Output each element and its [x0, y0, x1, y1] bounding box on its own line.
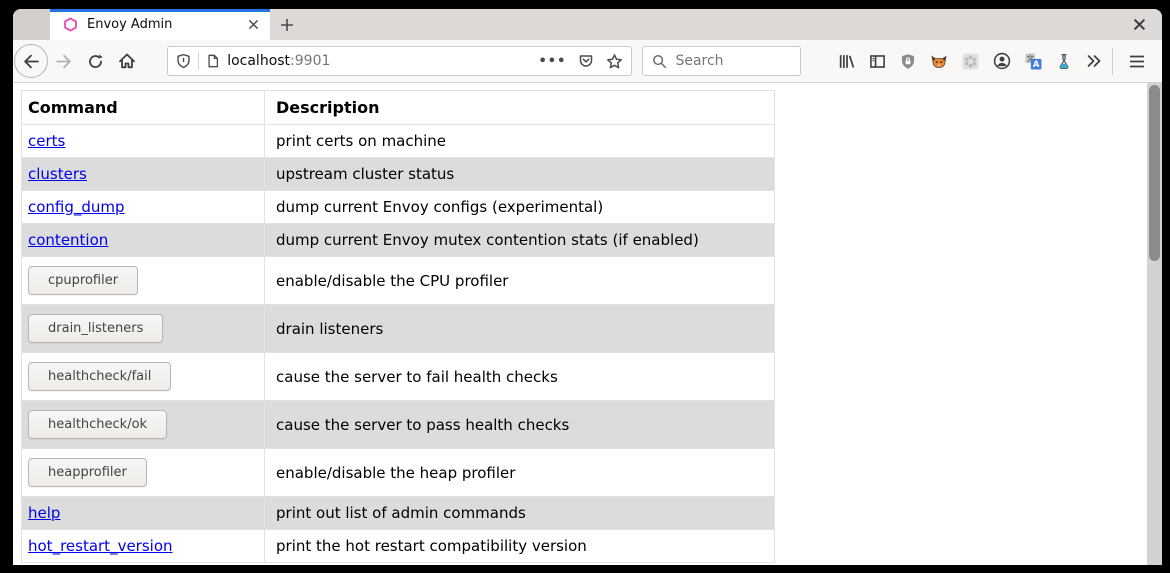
command-button[interactable]: heapprofiler: [28, 458, 147, 487]
command-description: dump current Envoy mutex contention stat…: [265, 224, 775, 257]
column-header-description: Description: [265, 91, 775, 125]
table-row: certs print certs on machine: [22, 125, 775, 158]
table-row: clusters upstream cluster status: [22, 158, 775, 191]
overflow-chevron-icon[interactable]: [1086, 54, 1102, 68]
vertical-scrollbar[interactable]: [1147, 83, 1162, 565]
titlebar: Envoy Admin: [13, 9, 1162, 40]
table-row: heapprofiler enable/disable the heap prof…: [22, 449, 775, 497]
command-description: upstream cluster status: [265, 158, 775, 191]
tracking-shield-icon[interactable]: [176, 53, 191, 69]
fox-icon[interactable]: [930, 53, 948, 70]
back-button[interactable]: [14, 44, 48, 78]
command-link[interactable]: clusters: [28, 165, 87, 183]
table-header-row: Command Description: [22, 91, 775, 125]
search-placeholder: Search: [675, 53, 723, 69]
page-icon[interactable]: [206, 53, 220, 69]
command-description: print out list of admin commands: [265, 497, 775, 530]
command-description: print the hot restart compatibility vers…: [265, 530, 775, 563]
table-row: healthcheck/ok cause the server to pass h…: [22, 401, 775, 449]
search-icon: [652, 54, 667, 69]
command-description: cause the server to pass health checks: [265, 401, 775, 449]
account-icon[interactable]: [993, 52, 1011, 70]
menu-icon[interactable]: [1122, 55, 1152, 68]
url-text[interactable]: localhost:9901: [227, 53, 538, 69]
command-description: drain listeners: [265, 305, 775, 353]
command-description: cause the server to fail health checks: [265, 353, 775, 401]
table-row: healthcheck/fail cause the server to fail…: [22, 353, 775, 401]
page-actions-dots-icon[interactable]: •••: [539, 54, 567, 69]
toolbar-extension-icons: 文A: [838, 52, 1102, 70]
flask-icon[interactable]: [1056, 53, 1072, 70]
search-input[interactable]: Search: [642, 46, 801, 76]
translate-icon[interactable]: 文A: [1025, 53, 1042, 70]
command-button[interactable]: healthcheck/ok: [28, 410, 167, 439]
table-row: cpuprofiler enable/disable the CPU profil…: [22, 257, 775, 305]
command-button[interactable]: healthcheck/fail: [28, 362, 171, 391]
command-link[interactable]: help: [28, 504, 60, 522]
command-description: dump current Envoy configs (experimental…: [265, 191, 775, 224]
command-description: enable/disable the CPU profiler: [265, 257, 775, 305]
page-content: Command Description certs print certs on …: [13, 83, 1162, 565]
library-icon[interactable]: [838, 53, 855, 70]
table-row: hot_restart_version print the hot restart…: [22, 530, 775, 563]
new-tab-button[interactable]: [270, 9, 304, 40]
tab-title: Envoy Admin: [87, 17, 242, 32]
svg-text:A: A: [1033, 60, 1040, 70]
command-link[interactable]: contention: [28, 231, 108, 249]
bookmark-star-icon[interactable]: [606, 53, 623, 70]
browser-window: Envoy Admin: [13, 9, 1162, 565]
url-host: localhost: [227, 53, 290, 69]
pocket-icon[interactable]: [578, 53, 594, 69]
command-description: enable/disable the heap profiler: [265, 449, 775, 497]
window-close-button[interactable]: [1116, 9, 1162, 40]
flower-disabled-icon[interactable]: [962, 53, 979, 70]
command-link[interactable]: config_dump: [28, 198, 125, 216]
url-bar[interactable]: localhost:9901 •••: [167, 46, 632, 76]
toolbar-separator: [1112, 48, 1113, 75]
command-button[interactable]: drain_listeners: [28, 314, 163, 343]
home-button[interactable]: [111, 45, 143, 77]
command-link[interactable]: certs: [28, 132, 65, 150]
sidebar-icon[interactable]: [869, 53, 886, 70]
envoy-favicon-icon: [63, 17, 78, 32]
url-port: :9901: [290, 53, 330, 69]
navigation-toolbar: localhost:9901 ••• Search: [13, 40, 1162, 83]
reload-button[interactable]: [80, 45, 112, 77]
table-row: contention dump current Envoy mutex conte…: [22, 224, 775, 257]
scrollbar-thumb[interactable]: [1149, 85, 1160, 261]
tab-envoy-admin[interactable]: Envoy Admin: [50, 9, 270, 40]
tab-close-icon[interactable]: [242, 14, 264, 36]
urlbar-divider: [198, 52, 199, 70]
screenshot-root: { "titlebar": { "tab_title": "Envoy Admi…: [0, 0, 1170, 573]
forward-button[interactable]: [48, 45, 80, 77]
table-row: config_dump dump current Envoy configs (e…: [22, 191, 775, 224]
table-row: help print out list of admin commands: [22, 497, 775, 530]
titlebar-drag-space: [13, 9, 50, 40]
admin-commands-table: Command Description certs print certs on …: [21, 90, 775, 563]
command-button[interactable]: cpuprofiler: [28, 266, 138, 295]
command-description: print certs on machine: [265, 125, 775, 158]
table-row: drain_listeners drain listeners: [22, 305, 775, 353]
column-header-command: Command: [22, 91, 265, 125]
titlebar-spacer: [304, 9, 1116, 40]
shield-lock-icon[interactable]: [900, 53, 916, 70]
command-link[interactable]: hot_restart_version: [28, 537, 173, 555]
